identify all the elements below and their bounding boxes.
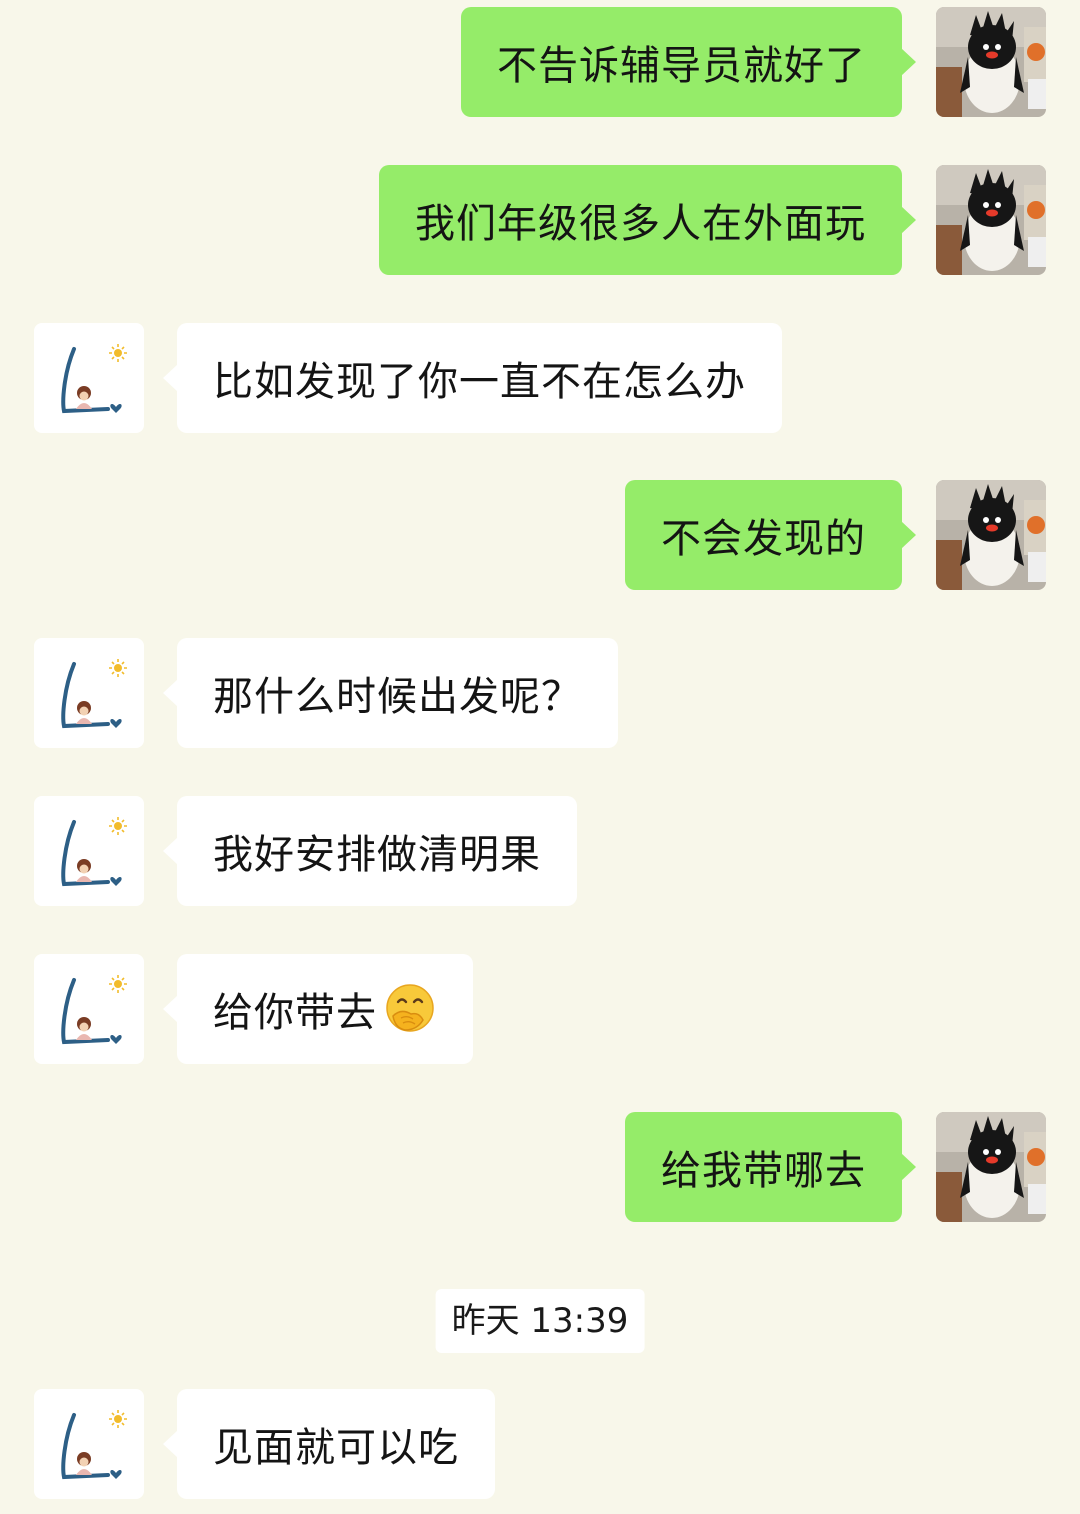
message-row-sent: 不告诉辅导员就好了 [0,7,1080,117]
message-text: 给你带去 [213,990,377,1036]
message-text: 比如发现了你一直不在怎么办 [213,359,746,405]
message-bubble-sent[interactable]: 我们年级很多人在外面玩 [379,165,916,275]
message-bubble-received[interactable]: 给你带去 [163,954,473,1064]
message-row-sent: 不会发现的 [0,480,1080,590]
timestamp-divider: 昨天 13:39 [435,1289,645,1353]
message-text: 我们年级很多人在外面玩 [415,201,866,247]
penguin-avatar-icon[interactable] [936,480,1046,590]
message-row-received: 那什么时候出发呢？ [0,638,1080,748]
message-row-sent: 我们年级很多人在外面玩 [0,165,1080,275]
message-bubble-received[interactable]: 那什么时候出发呢？ [163,638,618,748]
message-text: 见面就可以吃 [213,1425,459,1471]
message-bubble-received[interactable]: 比如发现了你一直不在怎么办 [163,323,782,433]
message-text: 不会发现的 [661,516,866,562]
message-row-received: 给你带去 [0,954,1080,1064]
penguin-avatar-icon[interactable] [936,165,1046,275]
message-text: 不告诉辅导员就好了 [497,43,866,89]
message-bubble-received[interactable]: 我好安排做清明果 [163,796,577,906]
girl-avatar-icon[interactable] [34,1389,144,1499]
message-row-received: 见面就可以吃 [0,1389,1080,1499]
penguin-avatar-icon[interactable] [936,7,1046,117]
message-text: 我好安排做清明果 [213,832,541,878]
message-row-sent: 给我带哪去 [0,1112,1080,1222]
message-text: 那什么时候出发呢？ [213,674,582,720]
girl-avatar-icon[interactable] [34,323,144,433]
message-bubble-sent[interactable]: 给我带哪去 [625,1112,916,1222]
penguin-avatar-icon[interactable] [936,1112,1046,1222]
message-row-received: 比如发现了你一直不在怎么办 [0,323,1080,433]
message-bubble-received[interactable]: 见面就可以吃 [163,1389,495,1499]
message-bubble-sent[interactable]: 不告诉辅导员就好了 [461,7,916,117]
message-bubble-sent[interactable]: 不会发现的 [625,480,916,590]
girl-avatar-icon[interactable] [34,796,144,906]
face-with-hand-over-mouth-emoji-icon [386,984,434,1032]
girl-avatar-icon[interactable] [34,638,144,748]
message-row-received: 我好安排做清明果 [0,796,1080,906]
girl-avatar-icon[interactable] [34,954,144,1064]
message-text: 给我带哪去 [661,1148,866,1194]
